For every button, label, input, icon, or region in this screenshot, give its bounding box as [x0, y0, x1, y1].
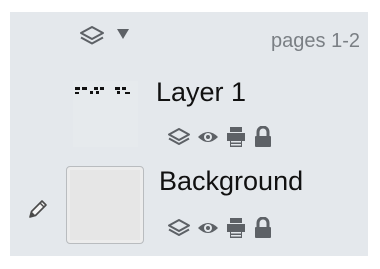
- triangle-down-icon[interactable]: [116, 28, 130, 40]
- printer-icon[interactable]: [226, 217, 246, 239]
- lock-icon[interactable]: [253, 217, 273, 239]
- printer-icon[interactable]: [226, 126, 246, 148]
- eye-icon[interactable]: [196, 217, 220, 239]
- layer-name[interactable]: Background: [159, 168, 303, 195]
- layers-icon[interactable]: [167, 126, 191, 148]
- eye-icon[interactable]: [196, 126, 220, 148]
- pencil-icon[interactable]: [27, 198, 49, 220]
- layer-row-background[interactable]: Background: [10, 160, 368, 256]
- layers-icon[interactable]: [167, 217, 191, 239]
- layers-panel: pages 1-2 Layer 1 Background: [10, 12, 368, 256]
- layer-row-layer-1[interactable]: Layer 1: [10, 77, 368, 167]
- layer-thumbnail[interactable]: [66, 166, 144, 244]
- lock-icon[interactable]: [253, 126, 273, 148]
- layer-thumbnail[interactable]: [73, 81, 138, 147]
- layers-icon[interactable]: [79, 24, 105, 48]
- pages-label: pages 1-2: [271, 30, 360, 52]
- layer-name[interactable]: Layer 1: [156, 79, 246, 106]
